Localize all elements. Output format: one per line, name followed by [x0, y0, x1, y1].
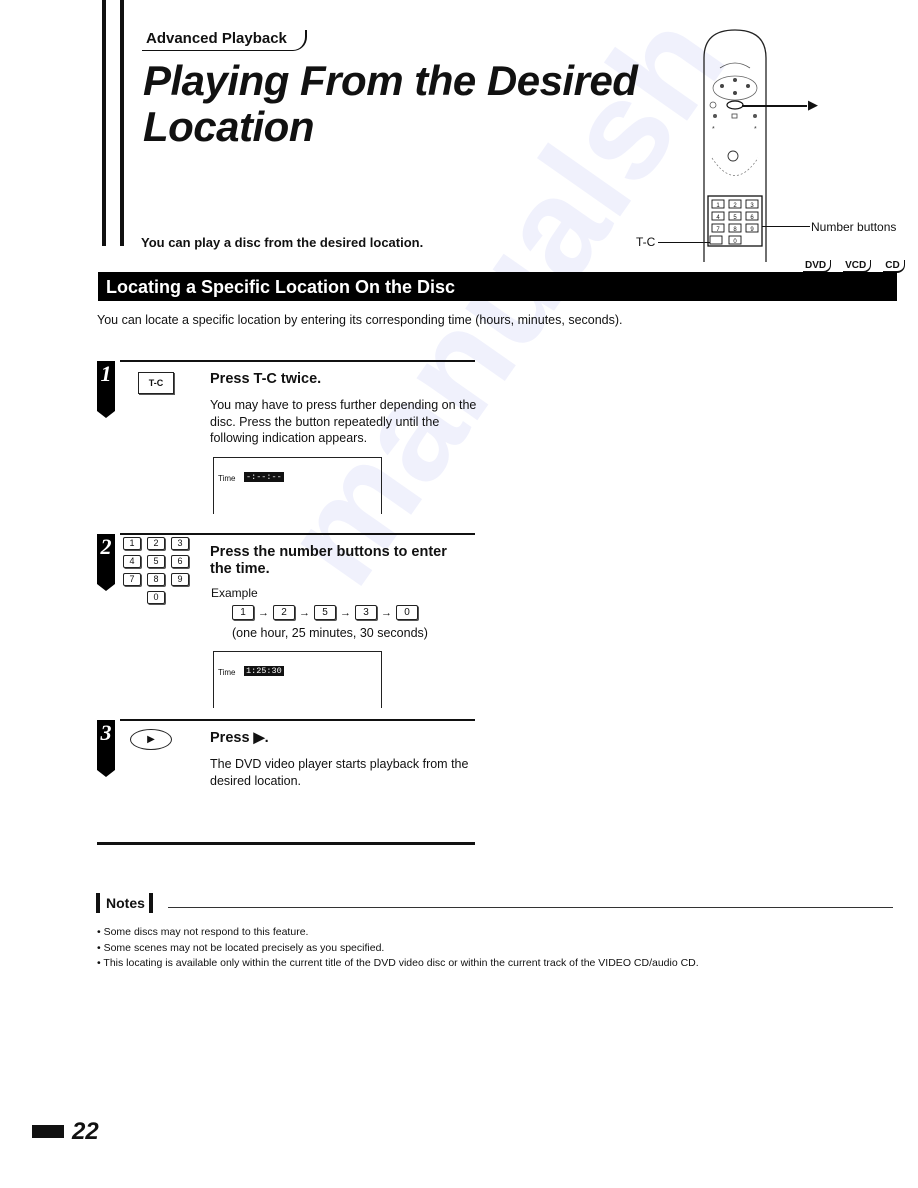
svg-text:*: *	[754, 126, 757, 133]
step-2-title: Press the number buttons to enter the ti…	[210, 544, 447, 577]
step-divider	[120, 719, 475, 721]
page-number: 22	[72, 1118, 99, 1145]
osd-time-value: 1:25:30	[244, 666, 284, 676]
seq-key: 2	[273, 605, 295, 620]
note-item: This locating is available only within t…	[97, 956, 698, 972]
note-item: Some scenes may not be located precisely…	[97, 941, 699, 957]
remote-control-illustration: * * 1 2 3 4 5 6 7 8 9 0	[703, 29, 767, 262]
notes-list: Some discs may not respond to this featu…	[97, 925, 699, 972]
number-buttons-label: Number buttons	[811, 220, 897, 234]
section-description: You can locate a specific location by en…	[97, 313, 623, 327]
left-edge-bar	[120, 0, 124, 246]
play-button-icon: ▶	[130, 729, 172, 750]
svg-text:*: *	[712, 126, 715, 133]
example-sequence: 1 → 2 → 5 → 3 → 0	[232, 605, 418, 620]
page-title-line-1: Playing From the Desired	[143, 57, 638, 104]
intro-text: You can play a disc from the desired loc…	[141, 235, 424, 250]
left-edge-bar	[102, 0, 106, 246]
page-title: Playing From the Desired Location	[143, 58, 703, 150]
seq-key: 5	[314, 605, 336, 620]
step-1-body: You may have to press further depending …	[210, 398, 477, 445]
callout-line	[742, 105, 807, 107]
arrow-right-icon: →	[340, 606, 351, 619]
step-divider	[120, 360, 475, 362]
section-heading: Locating a Specific Location On the Disc	[98, 272, 897, 301]
key-7: 7	[123, 573, 141, 586]
key-2: 2	[147, 537, 165, 550]
step-number-2: 2	[97, 534, 115, 591]
seq-key: 1	[232, 605, 254, 620]
callout-line	[762, 226, 810, 227]
section-end-divider	[97, 842, 475, 845]
key-0: 0	[147, 591, 165, 604]
step-divider	[120, 533, 475, 535]
key-5: 5	[147, 555, 165, 568]
osd-time-value: -:--:--	[244, 472, 284, 482]
osd-display-1: Time -:--:--	[213, 457, 382, 514]
key-6: 6	[171, 555, 189, 568]
arrow-right-icon: →	[258, 606, 269, 619]
number-keypad-icon: 1 2 3 4 5 6 7 8 9 0	[123, 537, 189, 604]
seq-key: 0	[396, 605, 418, 620]
osd-display-2: Time 1:25:30	[213, 651, 382, 708]
remote-tc-label: T-C	[636, 235, 656, 249]
seq-key: 3	[355, 605, 377, 620]
arrow-right-icon: →	[299, 606, 310, 619]
step-number-1: 1	[97, 361, 115, 418]
play-icon: ▶	[808, 97, 818, 112]
notes-divider	[168, 907, 893, 908]
key-1: 1	[123, 537, 141, 550]
key-9: 9	[171, 573, 189, 586]
key-8: 8	[147, 573, 165, 586]
step-3-body: The DVD video player starts playback fro…	[210, 757, 469, 788]
tc-button-icon: T-C	[138, 372, 174, 394]
note-item: Some discs may not respond to this featu…	[97, 925, 699, 941]
step-3-title: Press ▶.	[210, 730, 269, 746]
example-label: Example	[211, 586, 258, 600]
page-title-line-2: Location	[143, 103, 315, 150]
page-marker	[32, 1125, 64, 1138]
step-1-title: Press T-C twice.	[210, 371, 322, 387]
notes-badge: Notes	[96, 893, 153, 913]
osd-time-label: Time	[218, 474, 236, 483]
step-number-3: 3	[97, 720, 115, 777]
remote-keypad: 1 2 3 4 5 6 7 8 9 0	[709, 199, 759, 245]
key-4: 4	[123, 555, 141, 568]
example-note: (one hour, 25 minutes, 30 seconds)	[232, 626, 428, 640]
osd-time-label: Time	[218, 668, 236, 677]
arrow-right-icon: →	[381, 606, 392, 619]
breadcrumb: Advanced Playback	[142, 30, 307, 51]
key-3: 3	[171, 537, 189, 550]
